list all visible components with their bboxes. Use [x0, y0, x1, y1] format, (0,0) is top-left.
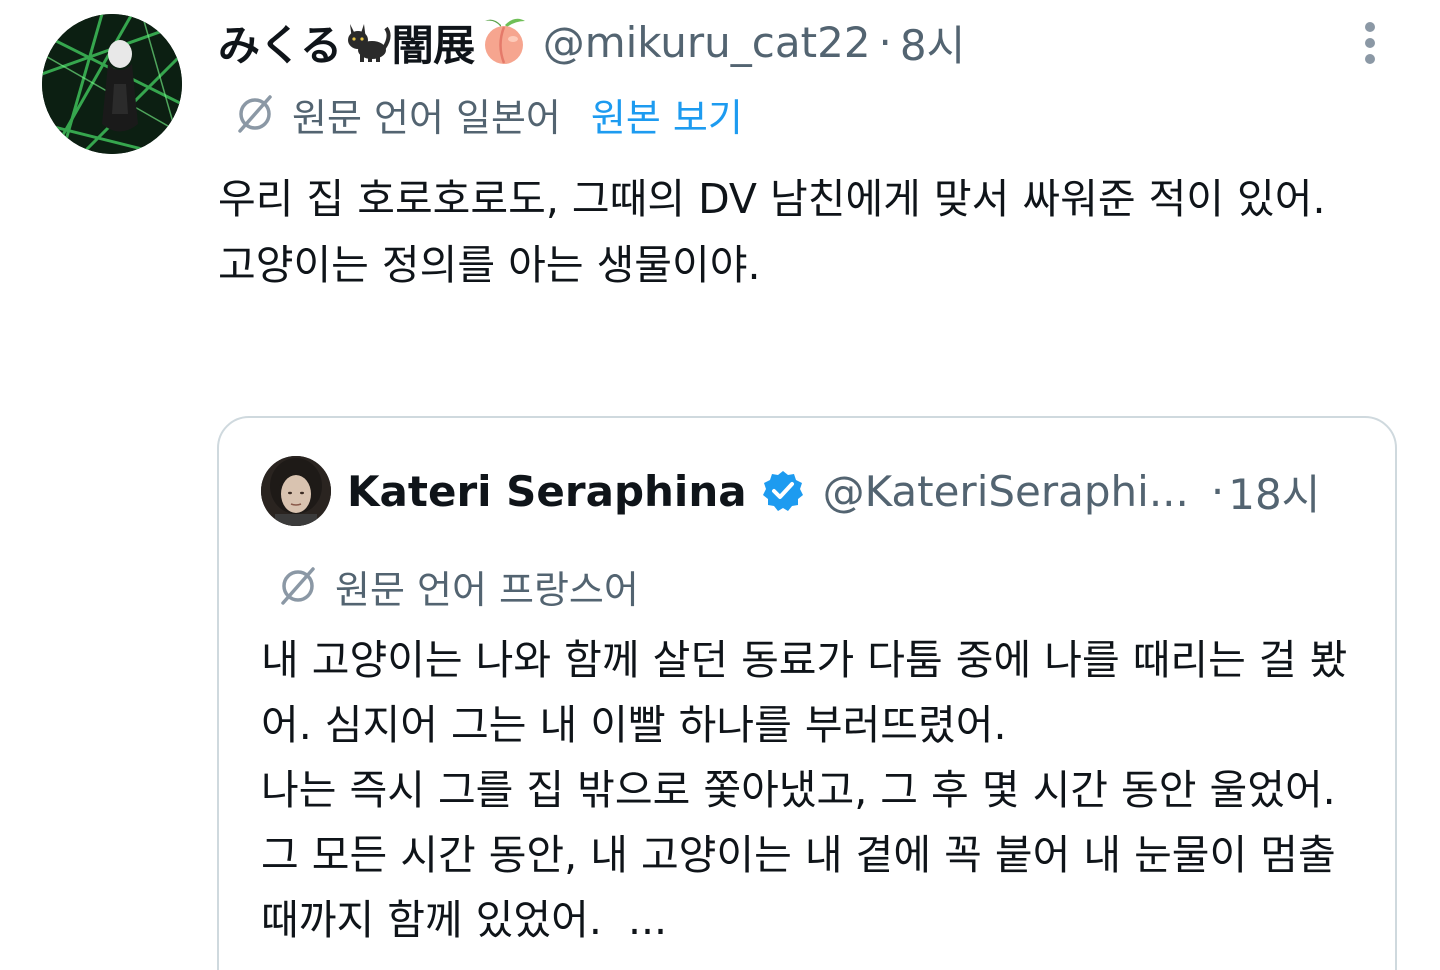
- author-name[interactable]: みくる: [218, 12, 342, 73]
- author-name-suffix[interactable]: 闇展: [392, 12, 476, 73]
- tweet-page: みくる 闇展 @mikuru_cat22 · 8시 원문 언어 일본어 원본 보…: [0, 0, 1440, 970]
- quoted-tweet-header: Kateri Seraphina @KateriSeraphi... · 18시: [347, 460, 1320, 522]
- show-original-link[interactable]: 원본 보기: [591, 87, 743, 142]
- tweet-text-line: 우리 집 호로호로도, 그때의 DV 남친에게 맞서 싸워준 적이 있어.: [218, 175, 1326, 223]
- quoted-text-line: 나는 즉시 그를 집 밖으로 쫓아냈고, 그 후 몇 시간 동안 울었어. 그 …: [261, 758, 1371, 953]
- tweet-text-line: 고양이는 정의를 아는 생물이야.: [218, 241, 761, 289]
- black-cat-emoji: [342, 18, 392, 66]
- avatar-image: [42, 14, 182, 154]
- quoted-tweet-card[interactable]: Kateri Seraphina @KateriSeraphi... · 18시…: [217, 416, 1397, 970]
- tweet-header: みくる 闇展 @mikuru_cat22 · 8시: [218, 12, 965, 72]
- more-vertical-icon: [1365, 38, 1375, 48]
- quoted-author-avatar[interactable]: [261, 456, 331, 526]
- quoted-author-name[interactable]: Kateri Seraphina: [347, 467, 747, 516]
- separator-dot: ·: [878, 17, 892, 67]
- quoted-text-line-content: 나는 즉시 그를 집 밖으로 쫓아냈고, 그 후 몇 시간 동안 울었어. 그 …: [261, 766, 1336, 944]
- quoted-translation-language-label: 원문 언어 프랑스어: [335, 567, 639, 612]
- separator-dot: ·: [1210, 466, 1225, 516]
- quoted-text-line: 내 고양이는 나와 함께 살던 동료가 다툼 중에 나를 때리는 걸 봤어. 심…: [261, 636, 1348, 749]
- verified-badge-icon: [762, 471, 803, 511]
- more-vertical-icon: [1365, 22, 1375, 32]
- peach-emoji: [475, 15, 533, 69]
- quoted-tweet-text: 내 고양이는 나와 함께 살던 동료가 다툼 중에 나를 때리는 걸 봤어. 심…: [261, 628, 1371, 953]
- translation-notice: 원문 언어 일본어 원본 보기: [232, 86, 743, 142]
- quoted-author-handle[interactable]: @KateriSeraphi...: [823, 467, 1189, 516]
- translation-language-label: 원문 언어 일본어: [292, 95, 561, 140]
- more-options-button[interactable]: [1350, 18, 1390, 68]
- author-avatar[interactable]: [42, 14, 182, 154]
- more-vertical-icon: [1365, 54, 1375, 64]
- translate-icon: [238, 95, 272, 133]
- truncation-ellipsis: ...: [627, 896, 668, 944]
- author-handle[interactable]: @mikuru_cat22: [543, 18, 871, 67]
- tweet-time[interactable]: 8시: [900, 12, 965, 73]
- quoted-tweet-time[interactable]: 18시: [1228, 461, 1320, 522]
- translate-icon: [281, 567, 315, 605]
- quoted-translation-notice: 원문 언어 프랑스어: [275, 558, 639, 614]
- quoted-avatar-image: [261, 456, 331, 526]
- tweet-text: 우리 집 호로호로도, 그때의 DV 남친에게 맞서 싸워준 적이 있어. 고양…: [218, 166, 1378, 298]
